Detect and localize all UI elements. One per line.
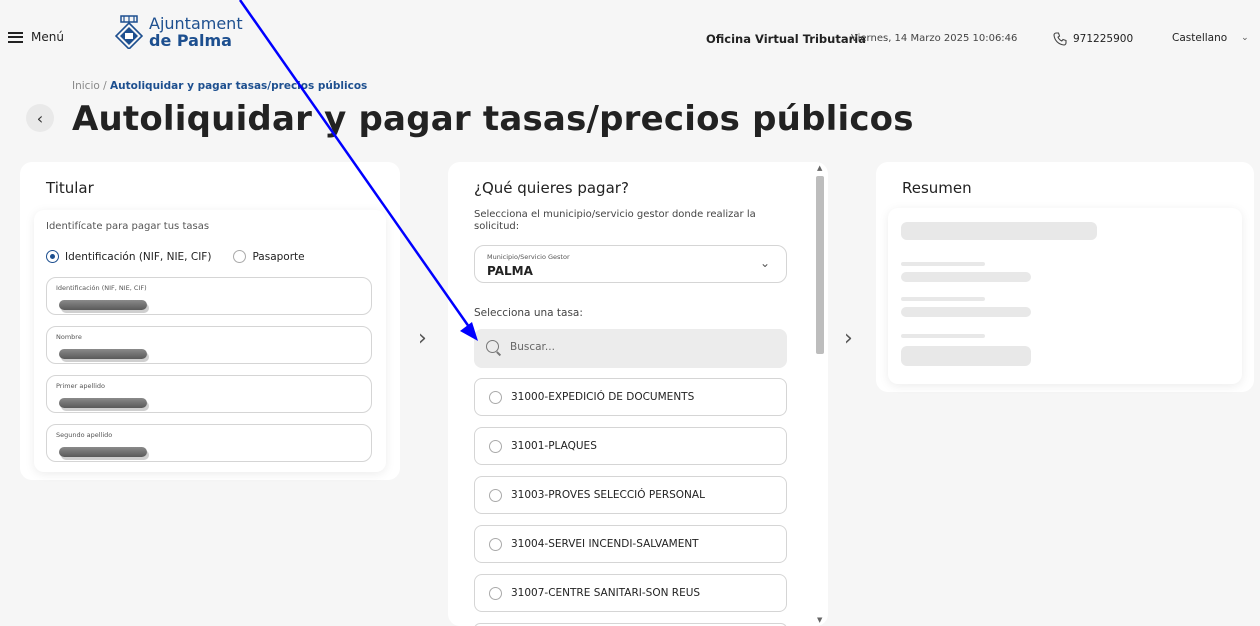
tasa-label-text: 31007-CENTRE SANITARI-SON REUS xyxy=(511,587,701,599)
scroll-down-icon[interactable]: ▼ xyxy=(817,616,822,624)
payment-scrollbar[interactable]: ▲ ▼ xyxy=(814,162,826,626)
search-icon xyxy=(486,340,499,353)
field-label: Primer apellido xyxy=(56,382,105,390)
tasa-label-text: 31003-PROVES SELECCIÓ PERSONAL xyxy=(511,489,705,501)
skeleton-bar xyxy=(901,297,985,301)
identificacion-field[interactable]: Identificación (NIF, NIE, CIF) xyxy=(46,277,372,315)
skeleton-bar xyxy=(901,262,985,266)
back-button[interactable]: ‹ xyxy=(26,104,54,132)
menu-button[interactable]: Menú xyxy=(8,30,64,44)
summary-card: Resumen xyxy=(876,162,1254,392)
logo[interactable]: Ajuntament de Palma xyxy=(115,15,243,49)
redacted-value xyxy=(59,300,147,310)
menu-label: Menú xyxy=(31,30,64,44)
tasa-option[interactable]: 31004-SERVEI INCENDI-SALVAMENT xyxy=(474,525,787,563)
titular-hint: Identifícate para pagar tus tasas xyxy=(46,221,210,232)
menu-icon xyxy=(8,31,23,43)
tasa-search-input[interactable]: Buscar... xyxy=(474,329,787,368)
chevron-right-icon[interactable]: › xyxy=(418,326,427,351)
phone-icon xyxy=(1053,32,1067,46)
radio-icon[interactable] xyxy=(489,587,502,600)
radio-icon[interactable] xyxy=(489,440,502,453)
tasa-option[interactable]: 31003-PROVES SELECCIÓ PERSONAL xyxy=(474,476,787,514)
skeleton-bar xyxy=(901,272,1031,282)
radio-icon[interactable] xyxy=(489,538,502,551)
id-type-nif-label: Identificación (NIF, NIE, CIF) xyxy=(65,250,212,263)
office-title[interactable]: Oficina Virtual Tributaria xyxy=(706,32,866,46)
phone-link[interactable]: 971225900 xyxy=(1053,32,1133,46)
id-type-passport-option[interactable]: Pasaporte xyxy=(233,250,305,263)
tasa-label-text: 31000-EXPEDICIÓ DE DOCUMENTS xyxy=(511,391,695,403)
payment-card: ¿Qué quieres pagar? Selecciona el munici… xyxy=(448,162,828,626)
chevron-down-icon: ⌄ xyxy=(759,256,770,270)
primer-apellido-field[interactable]: Primer apellido xyxy=(46,375,372,413)
payment-title: ¿Qué quieres pagar? xyxy=(474,179,629,197)
field-label: Nombre xyxy=(56,333,82,341)
nombre-field[interactable]: Nombre xyxy=(46,326,372,364)
breadcrumb-current: Autoliquidar y pagar tasas/precios públi… xyxy=(110,80,368,92)
tasa-option[interactable]: 31000-EXPEDICIÓ DE DOCUMENTS xyxy=(474,378,787,416)
titular-title: Titular xyxy=(46,179,94,197)
city-crest-icon xyxy=(115,15,143,49)
tasa-option[interactable]: 31007-CENTRE SANITARI-SON REUS xyxy=(474,574,787,612)
radio-icon[interactable] xyxy=(489,489,502,502)
id-type-nif-option[interactable]: Identificación (NIF, NIE, CIF) xyxy=(46,250,211,263)
tasa-option[interactable]: 31001-PLAQUES xyxy=(474,427,787,465)
chevron-down-icon: ⌄ xyxy=(1241,33,1249,43)
chevron-right-icon[interactable]: › xyxy=(844,326,853,351)
page-title: Autoliquidar y pagar tasas/precios públi… xyxy=(72,99,914,139)
redacted-value xyxy=(59,398,147,408)
radio-icon[interactable] xyxy=(489,391,502,404)
titular-card: Titular Identifícate para pagar tus tasa… xyxy=(20,162,400,480)
scrollbar-thumb[interactable] xyxy=(816,176,824,354)
municipio-select[interactable]: Municipio/Servicio Gestor PALMA ⌄ xyxy=(474,245,787,283)
skeleton-bar xyxy=(901,307,1031,317)
breadcrumb: Inicio / Autoliquidar y pagar tasas/prec… xyxy=(72,80,367,92)
redacted-value xyxy=(59,349,147,359)
id-type-group: Identificación (NIF, NIE, CIF) Pasaporte xyxy=(46,250,305,263)
segundo-apellido-field[interactable]: Segundo apellido xyxy=(46,424,372,462)
back-chevron-icon: ‹ xyxy=(36,108,44,128)
id-type-passport-label: Pasaporte xyxy=(252,250,305,263)
payment-description: Selecciona el municipio/servicio gestor … xyxy=(474,209,756,232)
skeleton-bar xyxy=(901,222,1097,240)
tasa-label-text: 31001-PLAQUES xyxy=(511,440,597,452)
language-label: Castellano xyxy=(1172,32,1228,44)
redacted-value xyxy=(59,447,147,457)
tasa-label: Selecciona una tasa: xyxy=(474,307,583,319)
skeleton-bar xyxy=(901,346,1031,366)
skeleton-bar xyxy=(901,334,985,338)
field-label: Segundo apellido xyxy=(56,431,113,439)
breadcrumb-home[interactable]: Inicio xyxy=(72,80,100,92)
radio-selected-icon[interactable] xyxy=(46,250,59,263)
datetime: Viernes, 14 Marzo 2025 10:06:46 xyxy=(851,33,1018,44)
titular-form: Identifícate para pagar tus tasas Identi… xyxy=(34,210,386,472)
breadcrumb-separator: / xyxy=(99,80,111,92)
summary-skeleton xyxy=(888,208,1242,384)
field-label: Identificación (NIF, NIE, CIF) xyxy=(56,284,147,292)
logo-line1: Ajuntament xyxy=(149,14,243,33)
municipio-label: Municipio/Servicio Gestor xyxy=(487,253,570,261)
tasa-label-text: 31004-SERVEI INCENDI-SALVAMENT xyxy=(511,538,699,550)
phone-number: 971225900 xyxy=(1073,33,1134,45)
logo-line2: de Palma xyxy=(149,31,232,50)
municipio-value: PALMA xyxy=(487,264,533,278)
summary-title: Resumen xyxy=(902,179,972,197)
language-select[interactable]: Castellano ⌄ xyxy=(1172,32,1249,44)
radio-icon[interactable] xyxy=(233,250,247,263)
search-placeholder: Buscar... xyxy=(510,341,555,353)
scroll-up-icon[interactable]: ▲ xyxy=(817,164,822,172)
top-bar: Menú Ajuntament de Palma Oficina Virtual… xyxy=(0,0,1260,76)
